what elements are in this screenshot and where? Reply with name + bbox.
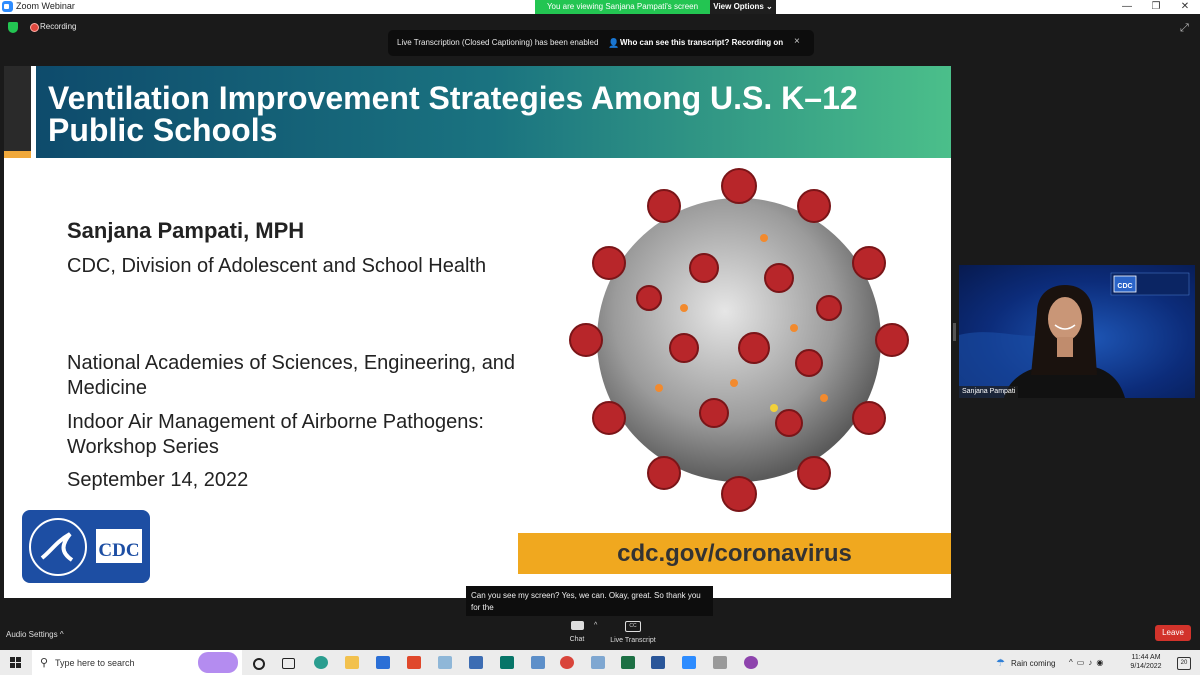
- panel-resize-handle[interactable]: [953, 323, 956, 341]
- zoom-taskbar-icon[interactable]: [682, 656, 696, 669]
- transcription-message: Live Transcription (Closed Captioning) h…: [397, 38, 599, 47]
- closed-caption-icon: CC: [625, 621, 641, 632]
- word-icon[interactable]: [651, 656, 665, 669]
- slide-date: September 14, 2022: [67, 469, 249, 491]
- window-title: Zoom Webinar: [16, 1, 75, 11]
- weather-label[interactable]: Rain coming: [1011, 659, 1055, 668]
- person-icon: 👤: [608, 38, 620, 48]
- slide-title: Ventilation Improvement Strategies Among…: [48, 80, 858, 148]
- view-options-button[interactable]: View Options ⌄: [710, 0, 776, 14]
- edge-browser-icon[interactable]: [314, 656, 328, 669]
- chat-icon: [570, 621, 584, 630]
- chat-label: Chat: [569, 636, 585, 643]
- audio-settings-label: Audio Settings: [6, 630, 58, 639]
- taskbar-clock[interactable]: 11:44 AM 9/14/2022: [1124, 653, 1168, 671]
- clock-time: 11:44 AM: [1131, 654, 1161, 661]
- weather-icon: ☂: [996, 658, 1005, 669]
- security-shield-icon[interactable]: [8, 22, 18, 33]
- slide-org-line: National Academies of Sciences, Engineer…: [67, 352, 516, 399]
- live-caption-box: Can you see my screen? Yes, we can. Okay…: [466, 586, 713, 616]
- microsoft-store-icon[interactable]: [376, 656, 390, 669]
- live-caption-text: Can you see my screen? Yes, we can. Okay…: [471, 591, 701, 612]
- recording-label: Recording: [40, 22, 77, 31]
- calculator-icon[interactable]: [469, 656, 483, 669]
- notepad-icon[interactable]: [438, 656, 452, 669]
- cdc-url-text: cdc.gov/coronavirus: [617, 540, 852, 567]
- chevron-up-icon[interactable]: ^: [594, 622, 597, 629]
- slide-workshop-line: Indoor Air Management of Airborne Pathog…: [67, 411, 484, 458]
- minimize-button[interactable]: —: [1112, 0, 1142, 14]
- office-icon[interactable]: [407, 656, 421, 669]
- search-highlight-icon: [198, 652, 238, 673]
- search-icon: ⚲: [40, 657, 49, 669]
- windows-taskbar: ⚲ Type here to search ☂ Rain coming ^▭♪◉…: [0, 650, 1200, 675]
- slide-author: Sanjana Pampati, MPH: [67, 218, 305, 243]
- slide-side-bar: [4, 66, 31, 151]
- excel-icon[interactable]: [621, 656, 635, 669]
- coronavirus-illustration: [569, 168, 909, 512]
- search-placeholder: Type here to search: [55, 658, 135, 668]
- chevron-down-icon: ⌄: [766, 2, 773, 11]
- task-view-icon[interactable]: [282, 658, 295, 669]
- notification-center-icon[interactable]: 20: [1177, 657, 1191, 670]
- window-title-bar: Zoom Webinar You are viewing Sanjana Pam…: [0, 0, 1200, 14]
- windows-start-icon[interactable]: [10, 657, 21, 668]
- paint-icon[interactable]: [591, 656, 605, 669]
- speaker-video-tile[interactable]: CDC Sanjana Pampati: [959, 265, 1195, 398]
- fullscreen-icon[interactable]: ⤢: [1180, 22, 1189, 35]
- clock-date: 9/14/2022: [1130, 663, 1162, 670]
- shared-screen-slide: Ventilation Improvement Strategies Among…: [4, 66, 951, 598]
- view-options-label: View Options: [713, 2, 764, 11]
- chrome-icon[interactable]: [560, 656, 574, 669]
- close-button[interactable]: ✕: [1170, 0, 1200, 14]
- system-tray-icons[interactable]: ^▭♪◉: [1069, 658, 1107, 667]
- snipping-tool-icon[interactable]: [531, 656, 545, 669]
- printer-icon[interactable]: [713, 656, 727, 669]
- close-banner-icon[interactable]: ×: [794, 36, 800, 47]
- zoom-app-icon: [2, 1, 13, 12]
- hhs-cdc-logo: CDC: [22, 510, 150, 583]
- cortana-icon[interactable]: [253, 658, 265, 670]
- who-can-see-transcript-link[interactable]: Who can see this transcript? Recording o…: [620, 38, 783, 47]
- chevron-up-icon: ^: [59, 630, 64, 639]
- transcription-banner: Live Transcription (Closed Captioning) h…: [388, 30, 814, 56]
- app-icon[interactable]: [744, 656, 758, 669]
- file-explorer-icon[interactable]: [345, 656, 359, 669]
- live-transcript-label: Live Transcript: [610, 637, 656, 644]
- slide-accent-bar: [4, 151, 31, 158]
- viewing-screen-banner: You are viewing Sanjana Pampati's screen: [535, 0, 710, 14]
- publisher-icon[interactable]: [500, 656, 514, 669]
- tile-cdc-logo-text: CDC: [1117, 283, 1132, 290]
- leave-button[interactable]: Leave: [1155, 625, 1191, 641]
- cdc-url-banner: cdc.gov/coronavirus: [518, 533, 951, 574]
- participant-name-label: Sanjana Pampati: [959, 386, 1019, 398]
- audio-settings-button[interactable]: Audio Settings ^: [6, 630, 64, 639]
- chat-button[interactable]: Chat: [562, 621, 592, 643]
- slide-affiliation: CDC, Division of Adolescent and School H…: [67, 255, 487, 277]
- recording-icon: [30, 23, 39, 32]
- maximize-button[interactable]: ❐: [1141, 0, 1171, 14]
- speaker-video-feed: CDC: [959, 272, 1190, 398]
- cdc-logo-text: CDC: [98, 540, 139, 561]
- live-transcript-button[interactable]: CC Live Transcript: [607, 621, 659, 644]
